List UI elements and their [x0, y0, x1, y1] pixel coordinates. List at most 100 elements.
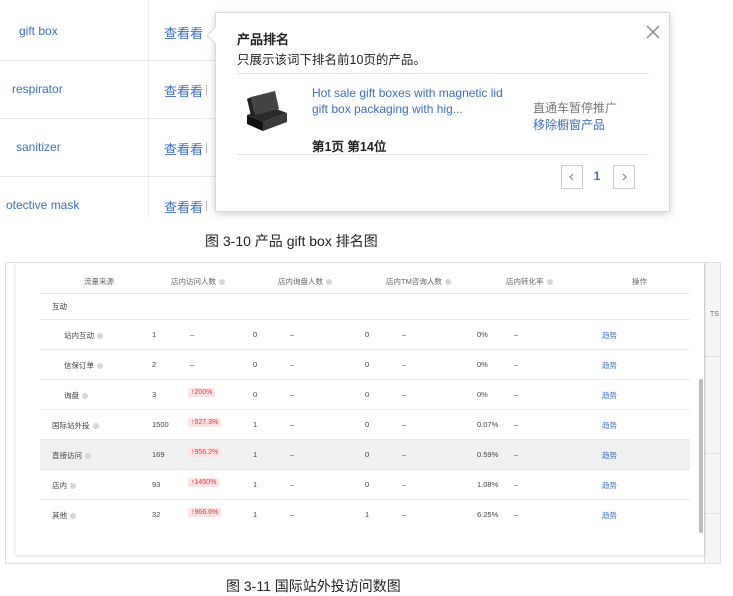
table-row: 国际站外投 1500 ↑927.3% 1 – 0 – 0.07% – 趋势: [40, 409, 690, 439]
change-badge: ↑1450%: [188, 478, 220, 487]
cell-change: –: [402, 510, 407, 519]
cell-visitors: 93: [152, 480, 161, 489]
next-page-button[interactable]: [613, 165, 635, 189]
trend-link[interactable]: 趋势: [602, 510, 617, 521]
view-link[interactable]: 查看看: [164, 23, 203, 42]
cell-change: –: [290, 330, 295, 339]
view-link[interactable]: 查看看: [164, 81, 203, 100]
separator: |: [205, 140, 209, 154]
cell-rate: 1.08%: [477, 480, 499, 489]
trend-link[interactable]: 趋势: [602, 450, 617, 461]
cell-tm: 0: [365, 480, 370, 489]
view-link[interactable]: 查看看: [164, 139, 203, 158]
cell-tm: 0: [365, 450, 370, 459]
cell-rate: 0.07%: [477, 420, 499, 429]
cell-inquiries: 0: [253, 330, 258, 339]
separator: |: [205, 198, 209, 212]
cell-tm: 0: [365, 390, 370, 399]
product-rank: 第1页 第14位: [312, 140, 387, 154]
table-row: 站内互动 1 – 0 – 0 – 0% – 趋势: [40, 319, 690, 349]
keyword-row: sanitizer 查看看 |: [0, 118, 215, 177]
cell-source: 站内互动: [64, 330, 103, 341]
close-icon[interactable]: [644, 23, 662, 41]
cell-rate: 6.25%: [477, 510, 499, 519]
info-icon: [326, 279, 332, 286]
header-rate: 店内转化率: [506, 276, 553, 287]
table-row: 直接访问 169 ↑956.2% 1 – 0 – 0.59% – 趋势: [40, 439, 690, 469]
cell-inquiries: 1: [253, 420, 258, 429]
info-icon: [219, 279, 225, 286]
page-number[interactable]: 1: [587, 165, 607, 187]
divider: [705, 513, 720, 514]
info-icon: [97, 333, 103, 340]
header-inquiries: 店内询盘人数: [278, 276, 332, 287]
cell-change: –: [402, 420, 407, 429]
table-row: 店内 93 ↑1450% 1 – 0 – 1.08% – 趋势: [40, 469, 690, 499]
product-title-link[interactable]: Hot sale gift boxes with magnetic lid gi…: [312, 85, 522, 117]
info-icon: [70, 483, 76, 490]
trend-link[interactable]: 趋势: [602, 420, 617, 431]
cell-change: –: [190, 330, 195, 339]
trend-link[interactable]: 趋势: [602, 360, 617, 371]
cell-source: 询盘: [64, 390, 88, 401]
info-icon: [546, 279, 553, 286]
trend-link[interactable]: 趋势: [602, 390, 617, 401]
cell-change: –: [402, 330, 407, 339]
change-badge: ↑200%: [188, 388, 216, 397]
cell-tm: 0: [365, 360, 370, 369]
cell-change: –: [290, 450, 295, 459]
cell-inquiries: 0: [253, 390, 258, 399]
cell-change: –: [514, 330, 519, 339]
cell-visitors: 169: [152, 450, 165, 459]
cell-tm: 0: [365, 420, 370, 429]
divider: [705, 453, 720, 454]
cell-source: 其他: [52, 510, 76, 521]
cell-change: –: [514, 420, 519, 429]
side-text: TS: [710, 311, 719, 318]
keyword-name[interactable]: respirator: [12, 82, 63, 96]
remove-showcase-link[interactable]: 移除橱窗产品: [533, 116, 605, 133]
cell-visitors: 3: [152, 390, 157, 399]
cell-change: –: [290, 480, 295, 489]
keyword-row: gift box 查看看: [0, 2, 215, 61]
info-icon: [92, 423, 99, 430]
cell-inquiries: 0: [253, 360, 258, 369]
cell-visitors: 2: [152, 360, 157, 369]
change-badge: ↑966.6%: [188, 508, 222, 517]
info-icon: [85, 453, 91, 460]
trend-link[interactable]: 趋势: [602, 330, 617, 341]
chevron-right-icon: [622, 173, 627, 181]
trend-link[interactable]: 趋势: [602, 480, 617, 491]
table-row: 询盘 3 ↑200% 0 – 0 – 0% – 趋势: [40, 379, 690, 409]
scrollbar[interactable]: [699, 379, 703, 533]
figure-caption: 图 3-11 国际站外投访问数图: [226, 578, 401, 594]
cell-inquiries: 1: [253, 450, 258, 459]
header-action: 操作: [632, 277, 647, 286]
cell-change: –: [290, 420, 295, 429]
divider: [705, 356, 720, 357]
separator: |: [205, 82, 209, 96]
cell-visitors: 32: [152, 510, 161, 519]
product-ranking-popover: 产品排名 只展示该词下排名前10页的产品。 Hot sale gift boxe…: [206, 12, 670, 212]
cell-source: 国际站外投: [52, 420, 99, 431]
cell-rate: 0.59%: [477, 450, 499, 459]
cell-rate: 0%: [477, 330, 488, 339]
change-badge: ↑956.2%: [188, 448, 222, 457]
gift-box-thumbnail[interactable]: [241, 89, 291, 139]
prev-page-button[interactable]: [561, 165, 583, 189]
cell-change: –: [514, 480, 519, 489]
cell-rate: 0%: [477, 390, 488, 399]
keyword-name[interactable]: gift box: [19, 24, 58, 38]
cell-source: 直接访问: [52, 450, 91, 461]
divider: [40, 293, 690, 294]
cell-change: –: [402, 360, 407, 369]
info-icon: [70, 513, 76, 520]
cell-source: 店内: [52, 480, 76, 491]
info-icon: [97, 363, 103, 370]
cell-change: –: [514, 390, 519, 399]
header-source: 流量来源: [84, 277, 114, 286]
keyword-name[interactable]: otective mask: [6, 198, 79, 212]
cell-change: –: [514, 360, 519, 369]
keyword-name[interactable]: sanitizer: [16, 140, 61, 154]
view-link[interactable]: 查看看: [164, 197, 203, 216]
